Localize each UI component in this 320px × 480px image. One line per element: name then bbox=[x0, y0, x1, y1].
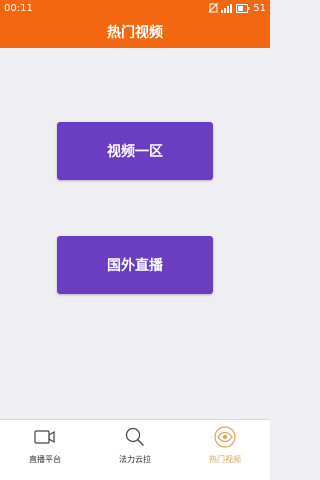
bottom-tab-bar: 直播平台 法力云拉 热门视频 bbox=[0, 419, 270, 480]
video-zone-button-label: 视频一区 bbox=[107, 144, 163, 160]
signal-icon bbox=[221, 3, 233, 13]
header: 热门视频 bbox=[0, 16, 270, 48]
tab-live-platform[interactable]: 直播平台 bbox=[0, 420, 90, 480]
tab-live-platform-label: 直播平台 bbox=[29, 455, 61, 464]
no-sim-icon bbox=[209, 3, 219, 13]
foreign-live-button[interactable]: 国外直播 bbox=[57, 236, 213, 294]
video-camera-icon bbox=[34, 426, 56, 448]
status-time: 00:11 bbox=[4, 2, 33, 14]
battery-level: 51 bbox=[253, 2, 266, 14]
search-icon bbox=[124, 426, 146, 448]
status-icons: 51 bbox=[209, 3, 266, 14]
tab-search[interactable]: 法力云拉 bbox=[90, 420, 180, 480]
status-bar: 00:11 51 bbox=[0, 0, 270, 16]
foreign-live-button-label: 国外直播 bbox=[107, 258, 163, 274]
tab-hot-videos[interactable]: 热门视频 bbox=[180, 420, 270, 480]
app-screen: 00:11 51 热门视频 视频一区 国外直播 直播平台 法力云拉 热门视频 bbox=[0, 0, 270, 480]
video-zone-button[interactable]: 视频一区 bbox=[57, 122, 213, 180]
eye-icon bbox=[214, 426, 236, 448]
tab-search-label: 法力云拉 bbox=[119, 455, 151, 464]
page-title: 热门视频 bbox=[107, 25, 163, 41]
battery-icon bbox=[236, 3, 250, 13]
tab-hot-videos-label: 热门视频 bbox=[209, 455, 241, 464]
